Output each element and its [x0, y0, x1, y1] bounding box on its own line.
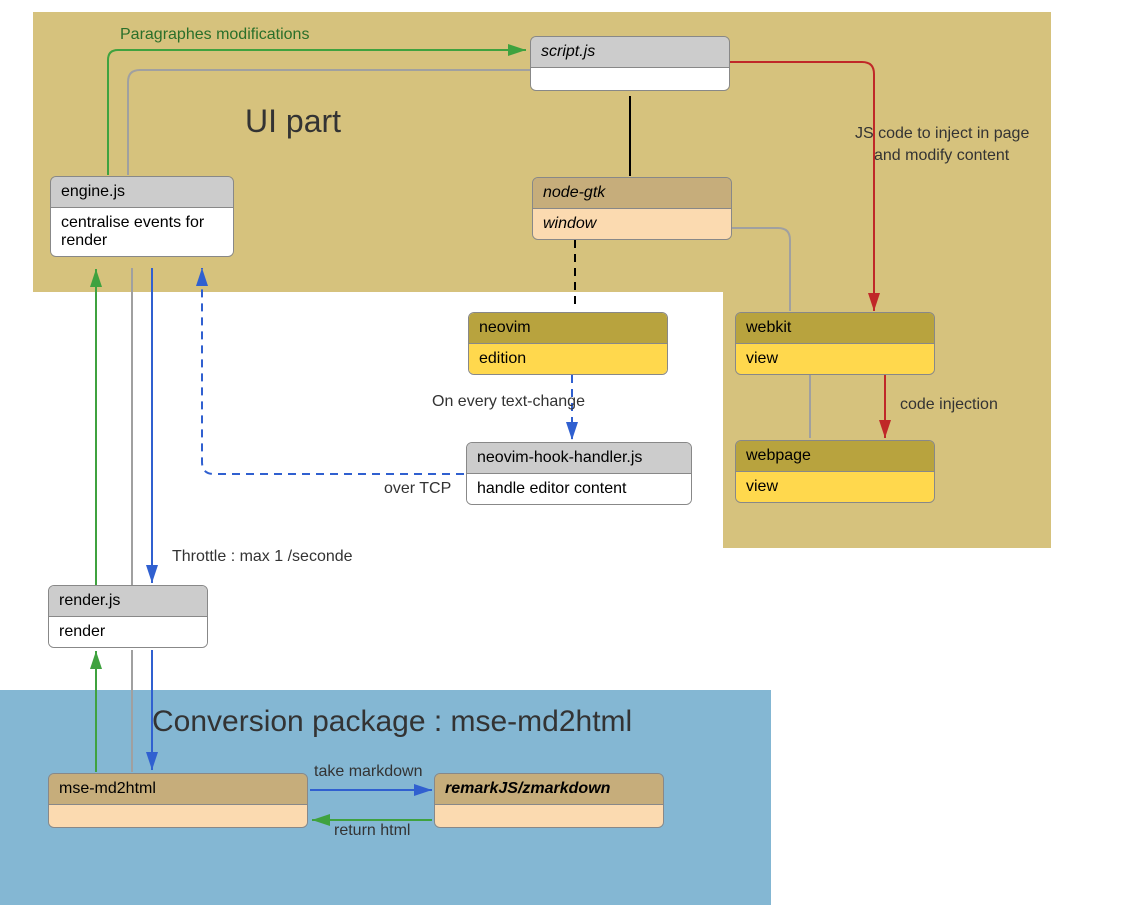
label-script-to-webkit-b: and modify content: [874, 147, 1009, 165]
node-render: render.js render: [48, 585, 208, 648]
label-neovim-to-nvhook: On every text-change: [432, 393, 585, 411]
node-webpage: webpage view: [735, 440, 935, 503]
node-nodegtk-title: node-gtk: [533, 178, 731, 209]
node-script-body: [531, 68, 729, 90]
node-render-title: render.js: [49, 586, 207, 617]
label-engine-to-render: Throttle : max 1 /seconde: [172, 548, 353, 566]
node-webkit: webkit view: [735, 312, 935, 375]
node-remark: remarkJS/zmarkdown: [434, 773, 664, 828]
node-nvhook-title: neovim-hook-handler.js: [467, 443, 691, 474]
node-render-body: render: [49, 617, 207, 647]
label-engine-to-script: Paragraphes modifications: [120, 26, 309, 44]
label-webkit-to-webpage: code injection: [900, 396, 998, 414]
node-neovim-title: neovim: [469, 313, 667, 344]
label-nvhook-to-engine: over TCP: [384, 480, 451, 498]
node-webpage-title: webpage: [736, 441, 934, 472]
node-nodegtk: node-gtk window: [532, 177, 732, 240]
node-neovim-body: edition: [469, 344, 667, 374]
label-msemd-to-remark: take markdown: [314, 763, 423, 781]
node-webkit-title: webkit: [736, 313, 934, 344]
node-engine-title: engine.js: [51, 177, 233, 208]
label-script-to-webkit-a: JS code to inject in page: [855, 125, 1029, 143]
node-neovim: neovim edition: [468, 312, 668, 375]
node-script: script.js: [530, 36, 730, 91]
node-remark-body: [435, 805, 663, 827]
node-webpage-body: view: [736, 472, 934, 502]
node-script-title: script.js: [531, 37, 729, 68]
node-webkit-body: view: [736, 344, 934, 374]
node-msemd-title: mse-md2html: [49, 774, 307, 805]
node-msemd-body: [49, 805, 307, 827]
node-remark-title: remarkJS/zmarkdown: [435, 774, 663, 805]
node-nvhook: neovim-hook-handler.js handle editor con…: [466, 442, 692, 505]
node-engine-body: centralise events for render: [51, 208, 233, 256]
node-engine: engine.js centralise events for render: [50, 176, 234, 257]
node-nodegtk-body: window: [533, 209, 731, 239]
label-remark-to-msemd: return html: [334, 822, 410, 840]
node-nvhook-body: handle editor content: [467, 474, 691, 504]
node-msemd: mse-md2html: [48, 773, 308, 828]
